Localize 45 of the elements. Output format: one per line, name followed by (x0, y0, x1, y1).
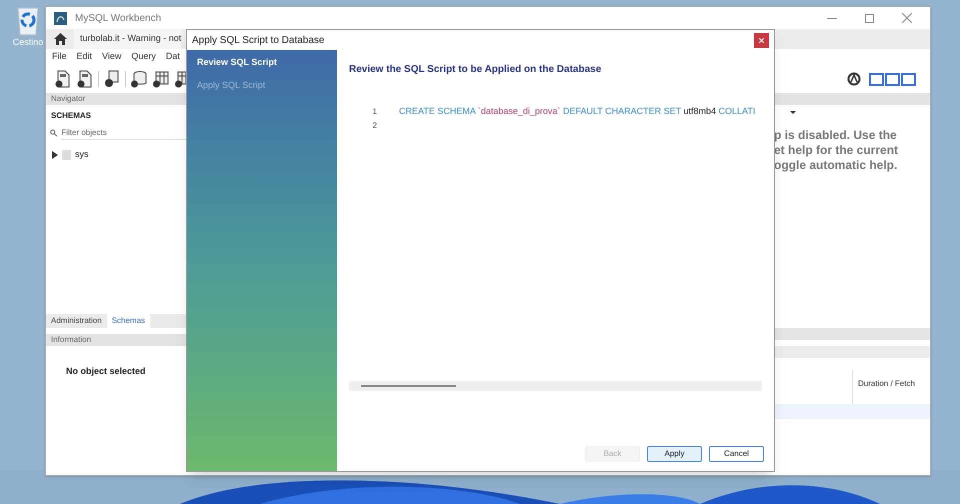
wizard-step: Apply SQL Script (197, 78, 327, 92)
close-button[interactable] (754, 32, 769, 48)
empty-message: No object selected (65, 365, 147, 378)
line-number: 2 (372, 120, 378, 132)
create-table-icon[interactable] (152, 70, 170, 88)
help-text-line: et help for the current (774, 143, 900, 158)
menu-item[interactable]: Edit (76, 50, 92, 64)
menu-item[interactable]: Dat (166, 50, 180, 64)
logo-icon[interactable] (847, 72, 861, 86)
new-sql-tab-icon[interactable] (54, 70, 72, 88)
close-icon (759, 38, 764, 42)
wizard-step: Review SQL Script (197, 56, 327, 70)
menu-item[interactable]: View (102, 50, 122, 64)
open-sql-file-icon[interactable] (76, 70, 94, 88)
dialog-button[interactable]: Apply (647, 446, 702, 462)
help-text-line: oggle automatic help. (774, 158, 898, 173)
panel-tab[interactable]: Administration (46, 314, 107, 328)
home-icon[interactable] (54, 33, 66, 45)
menu-item[interactable]: File (52, 50, 67, 64)
toggle-sidebar-icon[interactable] (869, 72, 884, 86)
search-icon (50, 129, 58, 137)
help-text-line: p is disabled. Use the (774, 128, 898, 143)
panel-tab[interactable]: Schemas (106, 314, 150, 328)
tree-item[interactable]: sys (75, 148, 88, 162)
line-number: 1 (372, 106, 378, 118)
page-heading: Review the SQL Script to be Applied on the Database (349, 63, 602, 77)
toggle-output-icon[interactable] (885, 72, 900, 86)
dialog-button[interactable]: Cancel (709, 446, 764, 462)
database-icon (62, 150, 71, 160)
window-title: MySQL Workbench (75, 12, 162, 26)
maximize-icon[interactable] (865, 14, 874, 22)
menu-item[interactable]: Query (131, 50, 156, 64)
connection-tab[interactable]: turbolab.it - Warning - not (74, 29, 182, 49)
desktop-icon-label: Cestino (12, 36, 44, 49)
toggle-side-panel-icon[interactable] (901, 72, 916, 86)
info-icon[interactable] (103, 70, 121, 88)
create-schema-icon[interactable] (130, 70, 148, 88)
dialog-title: Apply SQL Script to Database (192, 34, 324, 48)
dolphin-logo-icon (54, 12, 67, 24)
code-line: CREATE SCHEMA `database_di_prova` DEFAULT CHARACTER SET utf8mb4 COLLATI (399, 105, 756, 118)
dropdown-caret-icon[interactable] (790, 110, 796, 114)
close-icon[interactable] (902, 13, 912, 23)
scrollbar-thumb[interactable] (361, 385, 456, 387)
horizontal-scrollbar[interactable] (349, 381, 762, 391)
schemas-heading: SCHEMAS (50, 110, 92, 122)
